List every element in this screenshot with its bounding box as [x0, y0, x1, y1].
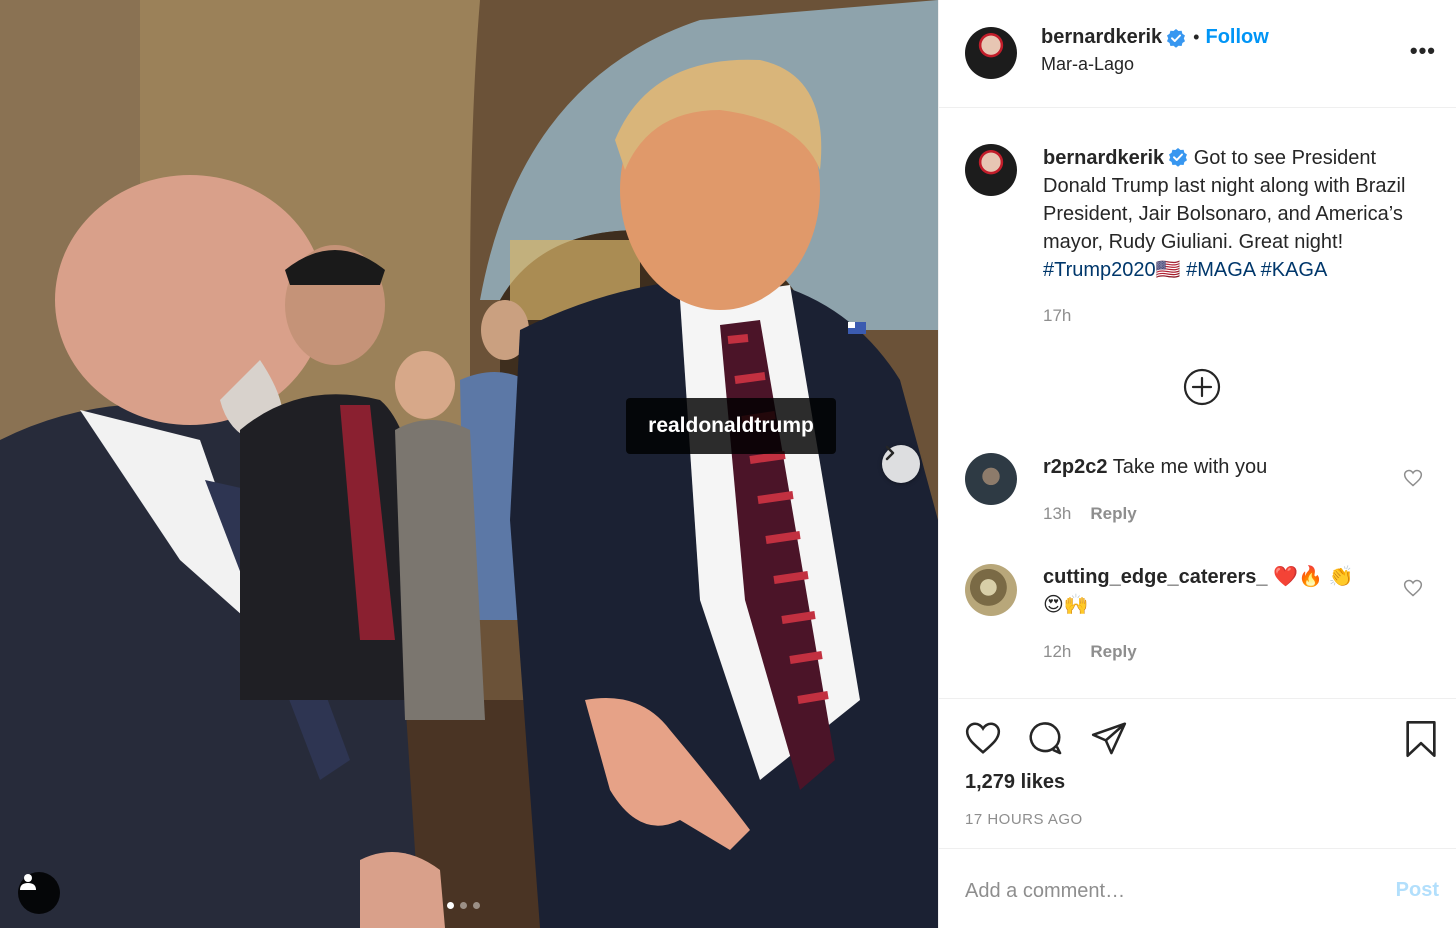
- user-tag-label[interactable]: realdonaldtrump: [626, 398, 836, 454]
- like-heart-icon[interactable]: [963, 719, 1003, 757]
- comment-text: cutting_edge_caterers_ ❤️🔥 👏😍🙌: [1043, 563, 1363, 619]
- comment-meta: 13h Reply: [1043, 504, 1137, 524]
- comment-username[interactable]: r2p2c2: [1043, 456, 1108, 478]
- more-options-button[interactable]: •••: [1410, 38, 1436, 64]
- load-more-comments-button[interactable]: [1183, 368, 1221, 411]
- caption-username[interactable]: bernardkerik: [1043, 147, 1164, 169]
- comment-avatar[interactable]: [965, 453, 1017, 505]
- verified-badge-icon: [1167, 28, 1186, 48]
- like-comment-heart-icon[interactable]: [1403, 468, 1423, 488]
- caption-meta: 17h: [1043, 306, 1071, 326]
- comment-time[interactable]: 12h: [1043, 642, 1071, 662]
- post-comment-button[interactable]: Post: [1396, 879, 1439, 902]
- post-photo[interactable]: realdonaldtrump: [0, 0, 938, 928]
- comment-text: r2p2c2 Take me with you: [1043, 453, 1433, 481]
- save-bookmark-icon[interactable]: [1401, 719, 1441, 759]
- separator-dot: •: [1193, 27, 1200, 47]
- reply-button[interactable]: Reply: [1090, 642, 1136, 662]
- post-sidebar: bernardkerik • Follow Mar-a-Lago ••• ber…: [938, 0, 1456, 928]
- comment-avatar[interactable]: [965, 564, 1017, 616]
- carousel-dot: [460, 902, 467, 909]
- chevron-right-icon: [885, 445, 895, 461]
- username-link[interactable]: bernardkerik: [1041, 26, 1162, 49]
- carousel-dot-active: [447, 902, 454, 909]
- verified-badge-icon: [1169, 148, 1188, 167]
- avatar[interactable]: [965, 27, 1017, 79]
- next-image-button[interactable]: [882, 445, 920, 483]
- caption-text: bernardkerik Got to see President Donald…: [1043, 144, 1433, 284]
- post-actions: 1,279 likes 17 HOURS AGO: [939, 698, 1456, 848]
- comment-username[interactable]: cutting_edge_caterers_: [1043, 566, 1268, 588]
- caption-avatar[interactable]: [965, 144, 1017, 196]
- caption-time[interactable]: 17h: [1043, 306, 1071, 326]
- hashtag-link[interactable]: #KAGA: [1261, 259, 1328, 281]
- photo-illustration: [0, 0, 938, 928]
- post-timestamp[interactable]: 17 HOURS AGO: [965, 811, 1083, 828]
- comment-input[interactable]: [965, 875, 1355, 907]
- share-send-icon[interactable]: [1089, 719, 1129, 757]
- reply-button[interactable]: Reply: [1090, 504, 1136, 524]
- user-icon: [20, 874, 36, 890]
- location-link[interactable]: Mar-a-Lago: [1041, 54, 1134, 75]
- likes-count[interactable]: 1,279 likes: [965, 771, 1065, 794]
- add-comment-bar: Post: [939, 848, 1456, 928]
- carousel-indicator: [447, 902, 480, 909]
- comment-time[interactable]: 13h: [1043, 504, 1071, 524]
- follow-button[interactable]: Follow: [1205, 26, 1268, 49]
- comment-bubble-icon[interactable]: [1025, 719, 1065, 757]
- header-user: bernardkerik • Follow: [1041, 26, 1269, 49]
- hashtag-link[interactable]: #Trump2020🇺🇸: [1043, 259, 1181, 281]
- post-header: bernardkerik • Follow Mar-a-Lago •••: [939, 0, 1456, 108]
- like-comment-heart-icon[interactable]: [1403, 578, 1423, 598]
- comment-meta: 12h Reply: [1043, 642, 1137, 662]
- comment-body: Take me with you: [1112, 456, 1268, 478]
- carousel-dot: [473, 902, 480, 909]
- hashtag-link[interactable]: #MAGA: [1186, 259, 1255, 281]
- tagged-users-button[interactable]: [18, 872, 60, 914]
- comments-section: bernardkerik Got to see President Donald…: [939, 108, 1456, 698]
- plus-circle-icon: [1183, 368, 1221, 406]
